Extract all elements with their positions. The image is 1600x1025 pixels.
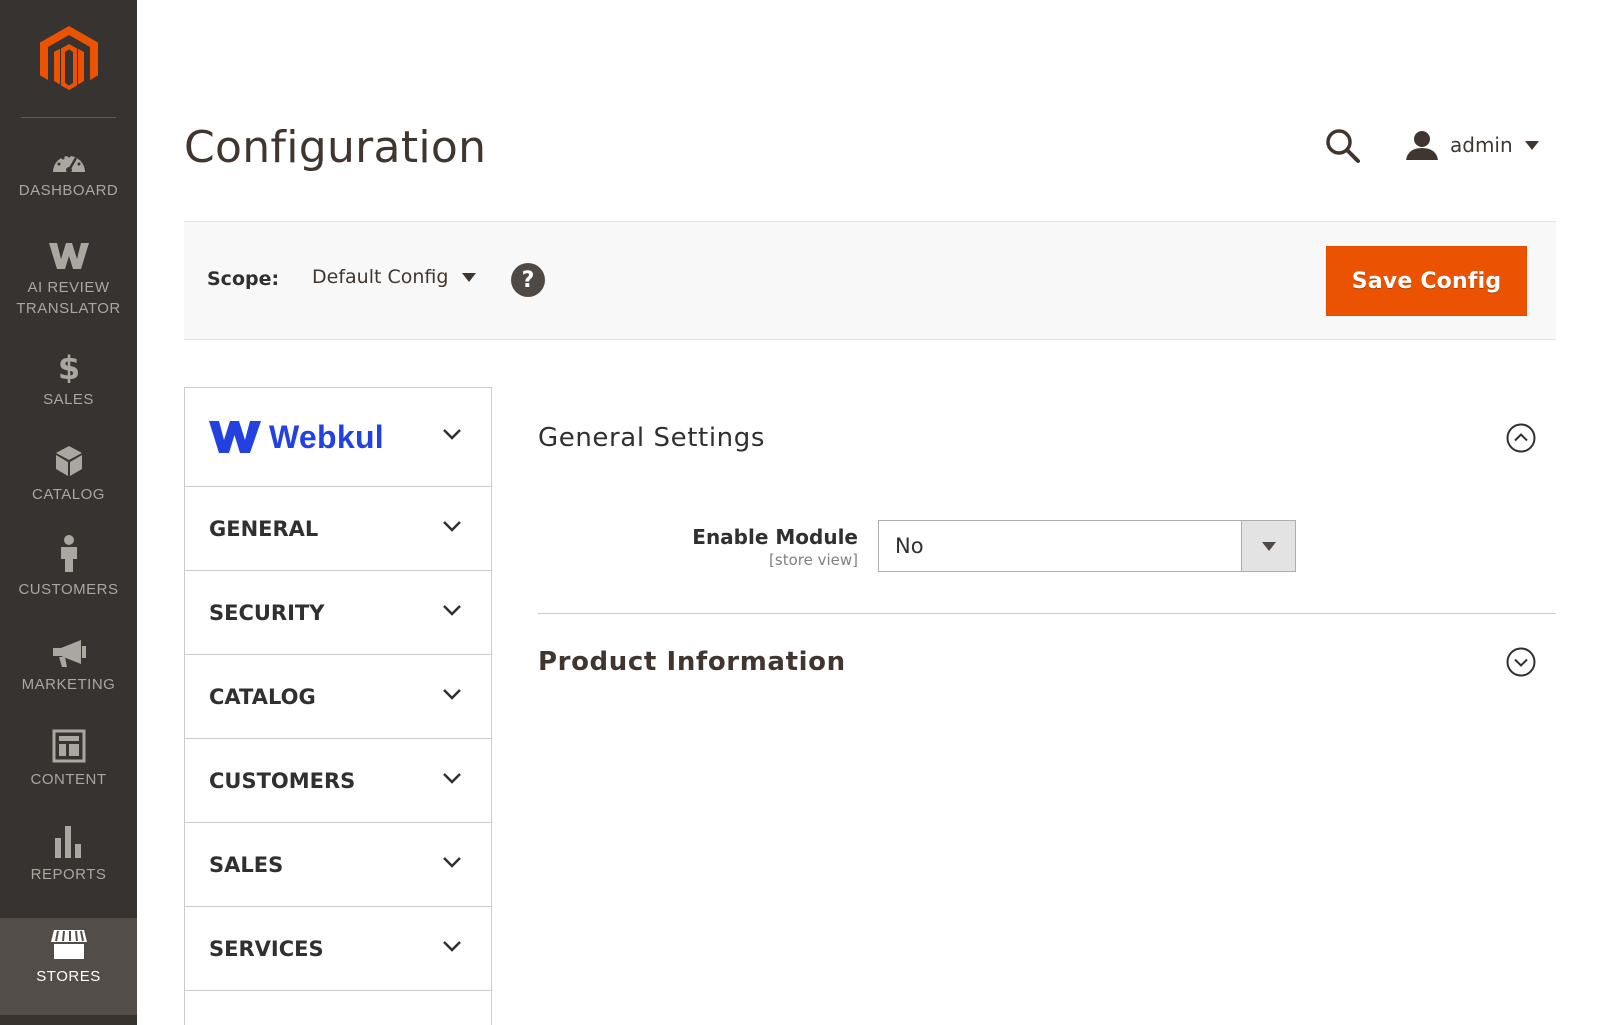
dashboard-icon	[51, 136, 87, 174]
select-toggle[interactable]	[1241, 521, 1295, 571]
tab-label: SALES	[209, 852, 284, 877]
tab-security[interactable]: SECURITY	[185, 571, 491, 655]
tab-general[interactable]: GENERAL	[185, 487, 491, 571]
admin-username: admin	[1450, 133, 1513, 157]
bar-chart-icon	[53, 820, 85, 858]
chevron-down-icon	[443, 856, 461, 868]
scope-switcher[interactable]: Default Config	[312, 266, 477, 288]
section-divider	[538, 613, 1556, 614]
menu-item-reports[interactable]: REPORTS	[0, 820, 137, 900]
tab-label: CUSTOMERS	[209, 768, 356, 793]
tab-webkul[interactable]: Webkul	[185, 388, 491, 487]
menu-item-dashboard[interactable]: DASHBOARD	[0, 136, 137, 216]
tab-label: GENERAL	[209, 516, 319, 541]
menu-divider	[21, 117, 116, 118]
menu-label: STORES	[36, 968, 101, 985]
admin-menu: DASHBOARD AI REVIEW TRANSLATOR $ SALES C…	[0, 0, 137, 1025]
section-product-information[interactable]: Product Information	[538, 632, 1556, 692]
menu-item-ai-review-translator[interactable]: AI REVIEW TRANSLATOR	[0, 233, 137, 333]
caret-down-icon	[1524, 140, 1539, 150]
menu-label: MARKETING	[21, 676, 116, 693]
box-icon	[54, 440, 84, 478]
menu-item-customers[interactable]: CUSTOMERS	[0, 535, 137, 615]
menu-label: AI REVIEW TRANSLATOR	[16, 279, 121, 317]
caret-down-icon	[462, 272, 477, 282]
chevron-down-icon	[443, 520, 461, 532]
tab-catalog[interactable]: CATALOG	[185, 655, 491, 739]
chevron-down-icon	[443, 604, 461, 616]
section-title: Product Information	[538, 647, 846, 677]
menu-item-catalog[interactable]: CATALOG	[0, 440, 137, 520]
dollar-icon: $	[58, 345, 80, 383]
menu-label: CUSTOMERS	[18, 581, 119, 598]
tab-label: SECURITY	[209, 600, 325, 625]
save-config-button[interactable]: Save Config	[1326, 246, 1527, 316]
menu-item-marketing[interactable]: MARKETING	[0, 630, 137, 710]
admin-user-menu[interactable]: admin	[1406, 126, 1539, 164]
page-title: Configuration	[184, 122, 487, 173]
enable-module-label: Enable Module	[692, 525, 858, 549]
search-button[interactable]	[1325, 128, 1361, 164]
enable-module-select[interactable]: No	[878, 520, 1296, 572]
vendor-name: Webkul	[269, 418, 385, 455]
caret-down-icon	[1261, 541, 1276, 551]
collapse-up-icon[interactable]	[1506, 423, 1536, 453]
expand-down-icon[interactable]	[1506, 647, 1536, 677]
person-icon	[58, 535, 80, 573]
chevron-down-icon	[443, 688, 461, 700]
webkul-w-icon	[209, 421, 261, 453]
magento-logo[interactable]	[0, 0, 137, 118]
tab-customers[interactable]: CUSTOMERS	[185, 739, 491, 823]
menu-item-content[interactable]: CONTENT	[0, 725, 137, 805]
search-icon	[1326, 129, 1360, 163]
layout-icon	[52, 725, 86, 763]
webkul-logo: Webkul	[209, 419, 384, 456]
menu-label: REPORTS	[30, 866, 107, 883]
scope-value: Default Config	[312, 266, 449, 288]
field-label: Enable Module [store view]	[692, 524, 858, 570]
scope-label: Scope:	[207, 268, 280, 290]
tab-label: CATALOG	[209, 684, 316, 709]
tab-label: SERVICES	[209, 936, 324, 961]
webkul-w-icon	[48, 233, 89, 271]
store-view-scope-label: [store view]	[769, 551, 858, 569]
page-actions-bar: Scope: Default Config ? Save Config	[184, 221, 1556, 340]
section-title: General Settings	[538, 423, 765, 453]
chevron-down-icon	[443, 429, 461, 440]
store-icon	[50, 922, 88, 960]
select-value: No	[895, 534, 924, 558]
menu-item-stores[interactable]: STORES	[0, 918, 137, 1015]
field-enable-module: Enable Module [store view] No	[538, 520, 1556, 572]
menu-label: SALES	[43, 391, 94, 408]
megaphone-icon	[51, 630, 87, 668]
menu-label: CONTENT	[30, 771, 107, 788]
menu-item-sales[interactable]: $ SALES	[0, 345, 137, 425]
svg-text:$: $	[58, 349, 80, 383]
menu-label: DASHBOARD	[18, 182, 119, 199]
chevron-down-icon	[443, 772, 461, 784]
tab-services[interactable]: SERVICES	[185, 907, 491, 991]
chevron-down-icon	[443, 940, 461, 952]
magento-logo-icon	[39, 26, 98, 90]
section-general-settings[interactable]: General Settings	[538, 408, 1556, 468]
user-icon	[1406, 131, 1438, 160]
help-icon[interactable]: ?	[511, 263, 545, 297]
config-tabs: Webkul GENERAL SECURITY CATALOG CUSTOMER…	[184, 387, 492, 1025]
menu-label: CATALOG	[32, 486, 105, 503]
tab-sales[interactable]: SALES	[185, 823, 491, 907]
